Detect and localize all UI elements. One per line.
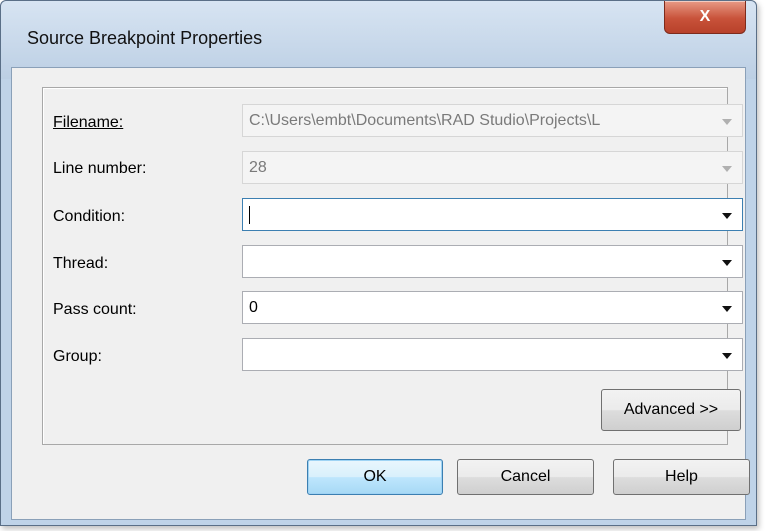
filename-label: Filename: <box>53 114 123 132</box>
group-combobox[interactable] <box>242 338 743 371</box>
filename-value: C:\Users\embt\Documents\RAD Studio\Proje… <box>249 112 601 129</box>
group-label: Group: <box>53 348 102 365</box>
dialog-window: Source Breakpoint Properties X Filename:… <box>0 0 757 526</box>
dialog-client-area: Filename: C:\Users\embt\Documents\RAD St… <box>11 67 750 520</box>
condition-value[interactable] <box>249 206 709 226</box>
pass-count-label: Pass count: <box>53 301 137 318</box>
condition-dropdown-arrow-icon[interactable] <box>722 213 732 219</box>
text-caret <box>249 206 250 224</box>
thread-label: Thread: <box>53 255 109 272</box>
filename-combobox[interactable]: C:\Users\embt\Documents\RAD Studio\Proje… <box>242 104 743 137</box>
group-dropdown-arrow-icon[interactable] <box>722 353 732 359</box>
thread-dropdown-arrow-icon[interactable] <box>722 260 732 266</box>
line-number-label: Line number: <box>53 160 147 177</box>
filename-label-text: Filename: <box>53 114 124 131</box>
ok-button[interactable]: OK <box>307 459 443 495</box>
close-icon: X <box>699 8 711 25</box>
condition-combobox[interactable] <box>242 198 743 231</box>
pass-count-combobox[interactable]: 0 <box>242 291 743 324</box>
line-number-dropdown-arrow-icon[interactable] <box>722 166 732 172</box>
pass-count-value: 0 <box>249 299 258 316</box>
pass-count-dropdown-arrow-icon[interactable] <box>722 306 732 312</box>
close-button[interactable]: X <box>664 1 746 34</box>
advanced-button[interactable]: Advanced >> <box>601 389 741 431</box>
condition-label: Condition: <box>53 208 126 225</box>
window-title: Source Breakpoint Properties <box>27 28 263 48</box>
thread-combobox[interactable] <box>242 245 743 278</box>
cancel-button[interactable]: Cancel <box>457 459 594 495</box>
line-number-combobox[interactable]: 28 <box>242 151 743 184</box>
help-button[interactable]: Help <box>613 459 750 495</box>
filename-dropdown-arrow-icon[interactable] <box>722 119 732 125</box>
line-number-value: 28 <box>249 159 267 176</box>
